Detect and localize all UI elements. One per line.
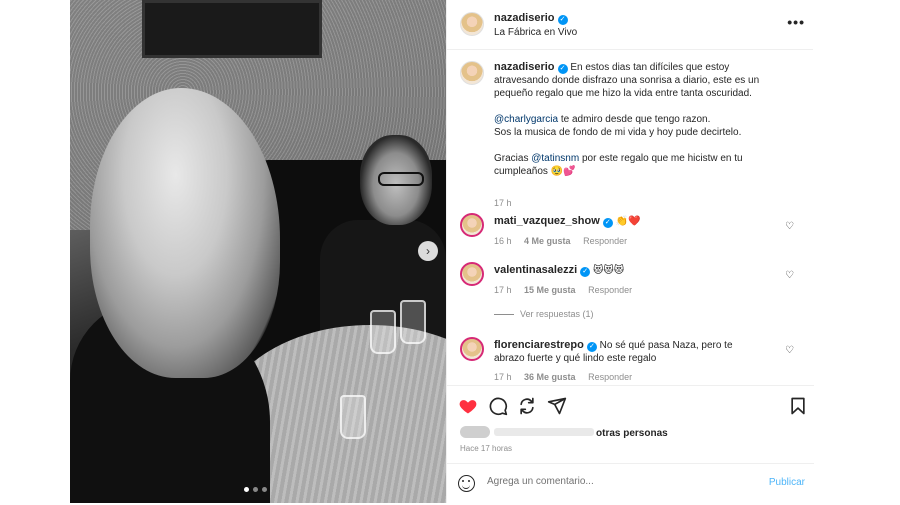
- caption-time: 17 h: [494, 198, 512, 208]
- post-location[interactable]: La Fábrica en Vivo: [494, 27, 577, 38]
- comment-time: 16 h: [494, 236, 512, 246]
- post-photo[interactable]: ›: [70, 0, 446, 503]
- mention-link[interactable]: @tatinsnm: [531, 153, 579, 164]
- post-side-panel: nazadiserio ✓ La Fábrica en Vivo ••• naza…: [446, 0, 814, 503]
- heart-outline-icon[interactable]: ♡: [785, 270, 794, 281]
- post-timestamp: Hace 17 horas: [460, 444, 513, 453]
- avatar[interactable]: [460, 213, 484, 237]
- heart-outline-icon[interactable]: ♡: [785, 221, 794, 232]
- verified-icon: ✓: [586, 342, 597, 352]
- likes-others[interactable]: otras personas: [596, 428, 668, 439]
- photo-glasses: [378, 172, 424, 186]
- caption-line-3: Sos la musica de fondo de mi vida y hoy …: [494, 127, 742, 138]
- avatar[interactable]: [460, 61, 484, 85]
- comment-time: 17 h: [494, 285, 512, 295]
- mention-link[interactable]: @charlygarcia: [494, 114, 558, 125]
- reply-button[interactable]: Responder: [588, 372, 632, 382]
- carousel-dot: [262, 487, 267, 492]
- comment-text: valentinasalezzi ✓ 😻😻😻: [494, 264, 754, 277]
- likes-summary[interactable]: otras personas: [460, 426, 668, 439]
- photo-glass: [340, 395, 366, 439]
- comment-likes[interactable]: 15 Me gusta: [524, 285, 576, 295]
- comment-input[interactable]: [487, 476, 747, 487]
- emoji-icon[interactable]: [458, 475, 475, 492]
- comment-text: mati_vazquez_show ✓ 👏❤️: [494, 215, 754, 228]
- comment-meta: 17 h 36 Me gusta Responder: [494, 372, 642, 382]
- heart-filled-icon[interactable]: [458, 396, 478, 416]
- carousel-dots: [244, 487, 267, 492]
- action-bar: [447, 385, 814, 425]
- replies-line: [494, 313, 514, 315]
- reply-button[interactable]: Responder: [588, 285, 632, 295]
- comment-meta: 16 h 4 Me gusta Responder: [494, 236, 637, 246]
- liker-avatars: [460, 426, 490, 438]
- author-username[interactable]: nazadiserio: [494, 12, 555, 24]
- post-author[interactable]: nazadiserio ✓: [494, 12, 568, 25]
- verified-icon: ✓: [580, 267, 591, 277]
- verified-icon: ✓: [557, 15, 568, 25]
- post-header: nazadiserio ✓ La Fábrica en Vivo •••: [447, 0, 813, 50]
- photo-glass: [400, 300, 426, 344]
- avatar[interactable]: [460, 262, 484, 286]
- blurred-names: [494, 428, 594, 436]
- comment-meta: 17 h 15 Me gusta Responder: [494, 285, 642, 295]
- comment-username[interactable]: valentinasalezzi: [494, 264, 577, 276]
- share-icon[interactable]: [517, 396, 537, 416]
- comment-body: 👏❤️: [615, 216, 641, 227]
- carousel-dot: [244, 487, 249, 492]
- comment-body: 😻😻😻: [592, 265, 625, 276]
- caption-line-2: te admiro desde que tengo razon.: [558, 114, 711, 125]
- avatar[interactable]: [460, 337, 484, 361]
- view-replies-button[interactable]: Ver respuestas (1): [494, 309, 594, 319]
- caption-line-4-pre: Gracias: [494, 153, 532, 164]
- photo-glass: [370, 310, 396, 354]
- comment-text: florenciarestrepo ✓ No sé qué pasa Naza, …: [494, 339, 754, 365]
- bookmark-icon[interactable]: [788, 396, 808, 416]
- carousel-dot: [253, 487, 258, 492]
- caption-username[interactable]: nazadiserio: [494, 61, 555, 73]
- verified-icon: ✓: [557, 64, 568, 74]
- comment-icon[interactable]: [488, 396, 508, 416]
- comments-scroll[interactable]: nazadiserio ✓ En estos dias tan difíciles…: [447, 51, 814, 384]
- add-comment-bar: Publicar: [447, 463, 814, 503]
- more-options-icon[interactable]: •••: [787, 14, 805, 30]
- send-icon[interactable]: [547, 396, 567, 416]
- caption-text: nazadiserio ✓ En estos dias tan difíciles…: [494, 61, 764, 178]
- comment-time: 17 h: [494, 372, 512, 382]
- heart-outline-icon[interactable]: ♡: [785, 345, 794, 356]
- photo-frame: [142, 0, 322, 58]
- comment-username[interactable]: mati_vazquez_show: [494, 215, 600, 227]
- verified-icon: ✓: [602, 218, 613, 228]
- chevron-right-icon[interactable]: ›: [418, 241, 438, 261]
- reply-button[interactable]: Responder: [583, 236, 627, 246]
- comment-username[interactable]: florenciarestrepo: [494, 339, 584, 351]
- view-replies-label[interactable]: Ver respuestas (1): [520, 309, 594, 319]
- comment-likes[interactable]: 4 Me gusta: [524, 236, 571, 246]
- comment-likes[interactable]: 36 Me gusta: [524, 372, 576, 382]
- publish-button[interactable]: Publicar: [769, 477, 805, 488]
- avatar[interactable]: [460, 12, 484, 36]
